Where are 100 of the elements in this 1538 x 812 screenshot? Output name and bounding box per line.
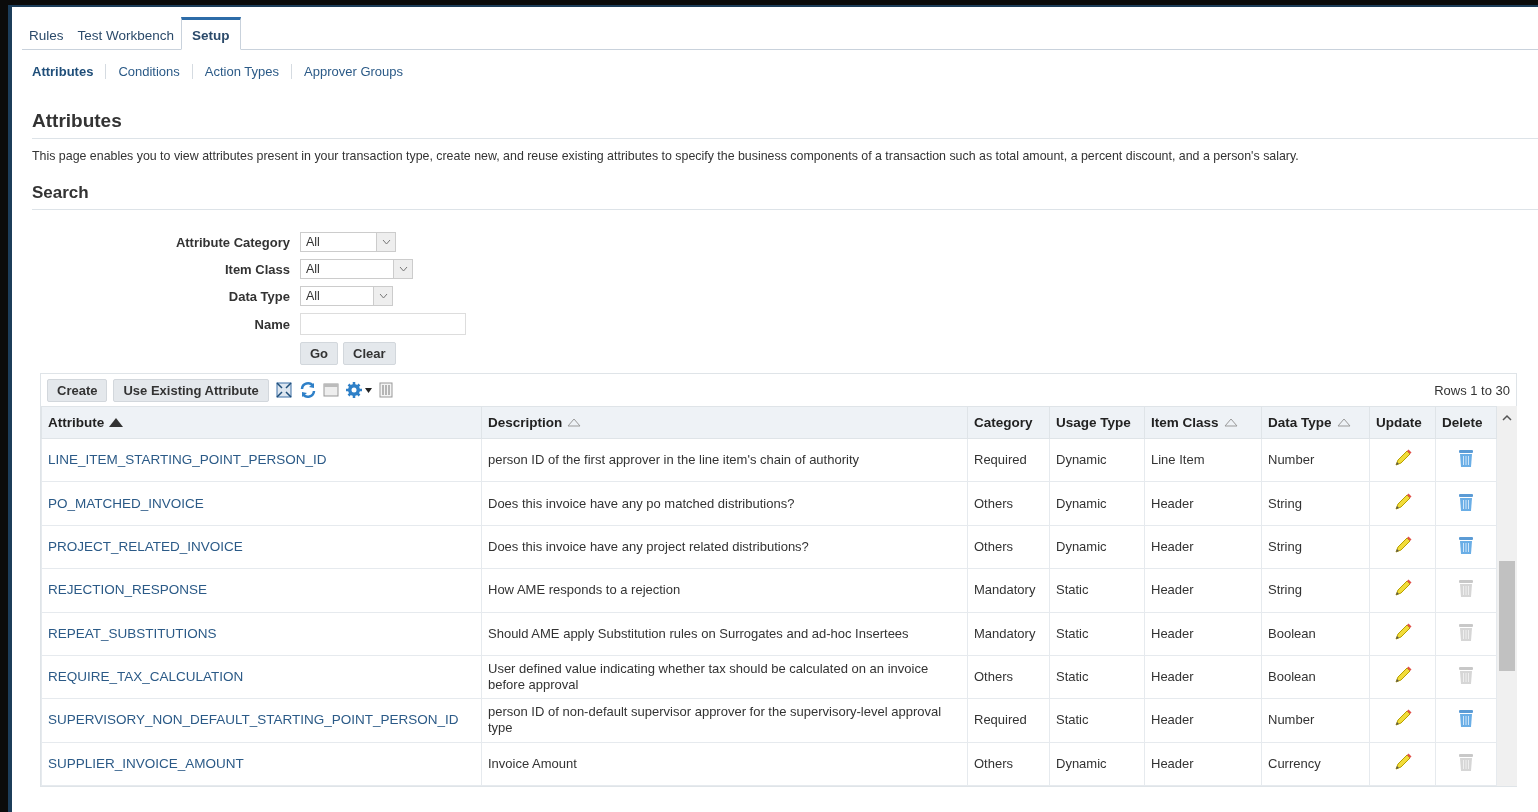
- table-cell: User defined value indicating whether tax should be calculated on an invoice before approval: [488, 661, 929, 693]
- table-cell: Header: [1151, 625, 1194, 641]
- table-cell: Dynamic: [1056, 538, 1107, 554]
- chevron-down-icon: [381, 239, 391, 245]
- table-cell: Mandatory: [974, 582, 1036, 598]
- pencil-icon[interactable]: [1392, 751, 1413, 772]
- table-cell: Currency: [1268, 755, 1321, 771]
- field-label: Name: [253, 316, 290, 332]
- select-field[interactable]: All: [300, 286, 393, 306]
- section-title: Search: [32, 183, 1538, 210]
- pencil-icon[interactable]: [1392, 491, 1413, 512]
- window-icon[interactable]: [322, 382, 339, 398]
- table-cell: Static: [1056, 582, 1089, 598]
- trash-icon[interactable]: [1458, 534, 1474, 555]
- pencil-icon[interactable]: [1392, 578, 1413, 599]
- table-cell: Boolean: [1268, 625, 1316, 641]
- input-field[interactable]: [300, 313, 466, 335]
- table-cell: Invoice Amount: [488, 755, 577, 771]
- table-cell: Others: [974, 755, 1013, 771]
- columns-icon[interactable]: [378, 382, 393, 398]
- attribute-link[interactable]: PROJECT_RELATED_INVOICE: [48, 538, 243, 554]
- chevron-down-icon: [378, 293, 388, 299]
- trash-icon[interactable]: [1458, 491, 1474, 512]
- pencil-icon[interactable]: [1392, 534, 1413, 555]
- table-cell: Header: [1151, 538, 1194, 554]
- table-cell: String: [1268, 495, 1302, 511]
- table-cell: Should AME apply Substitution rules on Surrogates and ad-hoc Insertees: [488, 625, 909, 641]
- toolbar-button[interactable]: Create: [47, 378, 108, 402]
- table-cell: Others: [974, 538, 1013, 554]
- tab[interactable]: Rules: [22, 22, 71, 49]
- table-cell: Required: [974, 452, 1027, 468]
- select-field[interactable]: All: [300, 259, 413, 279]
- subtab[interactable]: Attributes: [28, 63, 106, 79]
- table-cell: Number: [1268, 712, 1315, 728]
- tab[interactable]: Setup: [181, 17, 241, 50]
- attribute-link[interactable]: REPEAT_SUBSTITUTIONS: [48, 625, 217, 641]
- sort-ascending-icon[interactable]: [109, 418, 124, 427]
- subtab[interactable]: Action Types: [191, 63, 292, 79]
- table-cell: Header: [1151, 495, 1194, 511]
- table-cell: Static: [1056, 712, 1089, 728]
- table-cell: Others: [974, 495, 1013, 511]
- chevron-down-icon: [398, 266, 408, 272]
- attribute-link[interactable]: SUPPLIER_INVOICE_AMOUNT: [48, 755, 244, 771]
- table-cell: String: [1268, 582, 1302, 598]
- table-cell: Static: [1056, 625, 1089, 641]
- attribute-link[interactable]: REJECTION_RESPONSE: [48, 582, 208, 598]
- table-cell: Required: [974, 712, 1027, 728]
- table-cell: Others: [974, 669, 1013, 685]
- page-title: Attributes: [32, 110, 1538, 139]
- table-cell: Header: [1151, 669, 1194, 685]
- pencil-icon[interactable]: [1392, 448, 1413, 469]
- field-label: Data Type: [227, 288, 290, 304]
- select-field[interactable]: All: [300, 232, 396, 252]
- table-cell: Does this invoice have any po matched distributions?: [488, 495, 795, 511]
- pencil-icon[interactable]: [1392, 708, 1413, 729]
- table-cell: person ID of non-default supervisor approver for the supervisory-level approval type: [488, 704, 942, 736]
- table-cell: Boolean: [1268, 669, 1316, 685]
- intro-text: This page enables you to view attributes present in your transaction type, create new, and reuse existing attributes to specify the business components of a transaction such as total amount, a percent discount, and a person's salary.: [32, 149, 1300, 163]
- rows-info: Rows 1 to 30: [1434, 382, 1510, 398]
- pencil-icon[interactable]: [1392, 665, 1413, 686]
- refresh-icon[interactable]: [298, 381, 317, 399]
- field-label: Item Class: [223, 261, 290, 277]
- field-label: Attribute Category: [174, 234, 290, 250]
- table-cell: Dynamic: [1056, 495, 1107, 511]
- column-header[interactable]: Item Class: [1144, 406, 1262, 439]
- table-cell: Header: [1151, 712, 1194, 728]
- column-header[interactable]: Description: [481, 406, 968, 439]
- column-header: Category: [967, 406, 1050, 439]
- detach-icon[interactable]: [274, 381, 293, 399]
- table-cell: Header: [1151, 755, 1194, 771]
- subtab[interactable]: Conditions: [105, 63, 192, 79]
- column-header: Usage Type: [1049, 406, 1145, 439]
- search-button[interactable]: Clear: [343, 342, 396, 365]
- column-header: Delete: [1435, 406, 1497, 439]
- table-cell: Dynamic: [1056, 452, 1107, 468]
- attribute-link[interactable]: REQUIRE_TAX_CALCULATION: [48, 669, 244, 685]
- sort-icon[interactable]: [1223, 418, 1238, 427]
- table-cell: Line Item: [1151, 452, 1205, 468]
- table-cell: String: [1268, 538, 1302, 554]
- search-button[interactable]: Go: [300, 342, 339, 365]
- gear-icon[interactable]: [344, 381, 373, 399]
- scrollbar[interactable]: [1497, 406, 1517, 786]
- table-cell: Number: [1268, 452, 1315, 468]
- sort-icon[interactable]: [567, 418, 582, 427]
- toolbar-button[interactable]: Use Existing Attribute: [113, 378, 269, 402]
- table-cell: Does this invoice have any project related distributions?: [488, 538, 809, 554]
- tab[interactable]: Test Workbench: [70, 22, 182, 49]
- attribute-link[interactable]: PO_MATCHED_INVOICE: [48, 495, 204, 511]
- pencil-icon[interactable]: [1392, 621, 1413, 642]
- trash-icon[interactable]: [1458, 708, 1474, 729]
- trash-icon[interactable]: [1458, 448, 1474, 469]
- column-header[interactable]: Attribute: [41, 406, 482, 439]
- table-cell: Dynamic: [1056, 755, 1107, 771]
- subtab[interactable]: Approver Groups: [291, 63, 416, 79]
- column-header: Update: [1369, 406, 1436, 439]
- column-header[interactable]: Data Type: [1261, 406, 1370, 439]
- table-cell: How AME responds to a rejection: [488, 582, 681, 598]
- table-cell: Mandatory: [974, 625, 1036, 641]
- table-cell: Header: [1151, 582, 1194, 598]
- sort-icon[interactable]: [1336, 418, 1351, 427]
